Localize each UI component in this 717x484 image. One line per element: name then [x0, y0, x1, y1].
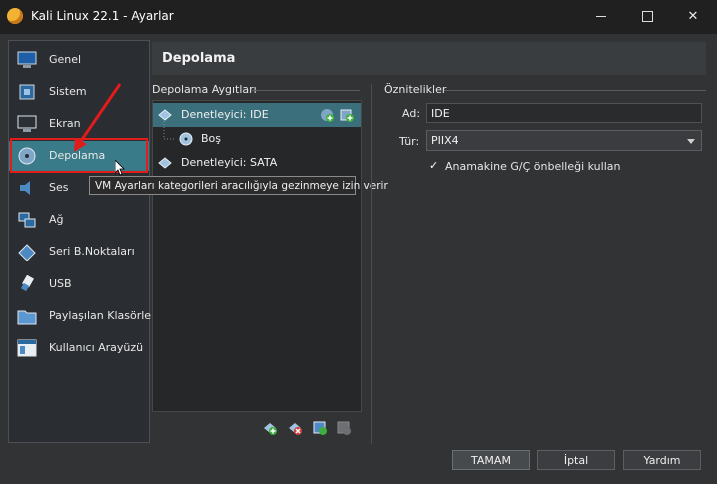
sidebar-item-kullanici[interactable]: Kullanıcı Arayüzü [9, 333, 149, 363]
minimize-button[interactable] [578, 0, 624, 34]
close-button[interactable]: ✕ [670, 0, 716, 34]
settings-window: Kali Linux 22.1 - Ayarlar ✕ Genel Sistem… [0, 0, 717, 484]
tree-item-label: Denetleyici: SATA [181, 156, 278, 169]
group-separator [252, 90, 360, 91]
sidebar-item-label: Sistem [49, 85, 87, 98]
folder-icon [17, 310, 37, 325]
sidebar-item-label: Ses [49, 181, 69, 194]
sidebar-item-label: Genel [49, 53, 82, 66]
name-field[interactable]: IDE [426, 103, 702, 123]
sidebar-item-usb[interactable]: USB [9, 269, 149, 299]
page-header: Depolama [152, 42, 706, 75]
add-controller-icon[interactable] [263, 421, 277, 435]
tree-item-label: Boş [201, 132, 222, 145]
add-optical-drive-icon[interactable] [320, 108, 334, 122]
sidebar-item-label: Paylaşılan Klasörler [49, 309, 156, 322]
monitor-general-icon [17, 51, 37, 68]
sidebar-item-label: Seri B.Noktaları [49, 245, 135, 258]
serial-port-icon [18, 244, 36, 261]
type-select[interactable]: PIIX4 [426, 130, 702, 151]
sidebar-item-depolama[interactable]: Depolama [9, 141, 149, 171]
host-io-cache-checkbox[interactable]: ✓ [429, 160, 440, 171]
window-ui-icon [17, 339, 37, 357]
title-bar: Kali Linux 22.1 - Ayarlar ✕ [0, 0, 717, 34]
add-hard-disk-icon[interactable] [340, 108, 354, 122]
disk-icon [18, 147, 36, 165]
sidebar-item-ag[interactable]: Ağ [9, 205, 149, 235]
remove-attachment-icon[interactable] [337, 421, 351, 435]
category-sidebar: Genel Sistem Ekran Depolama Ses Ağ Seri … [8, 40, 156, 443]
network-icon [18, 212, 36, 228]
sidebar-item-ekran[interactable]: Ekran [9, 109, 149, 139]
storage-tree: Denetleyici: IDE Boş Denetleyici: SATA [152, 100, 362, 412]
sidebar-item-label: Ağ [49, 213, 64, 226]
group-separator [444, 90, 706, 91]
add-attachment-icon[interactable] [313, 421, 327, 435]
storage-devices-label: Depolama Aygıtları [152, 83, 257, 96]
controller-icon [158, 157, 172, 169]
tooltip: VM Ayarları kategorileri aracılığıyla ge… [89, 176, 388, 195]
cancel-button[interactable]: İptal [537, 450, 615, 470]
virtualbox-app-icon [7, 8, 23, 24]
page-title: Depolama [162, 51, 236, 66]
tree-item-empty-drive[interactable]: Boş [153, 121, 361, 151]
type-selected-value: PIIX4 [431, 134, 459, 147]
help-button[interactable]: Yardım [623, 450, 701, 470]
sidebar-item-label: Depolama [49, 149, 106, 162]
chevron-down-icon [687, 139, 695, 144]
speaker-icon [20, 181, 30, 195]
maximize-icon [641, 11, 653, 22]
sidebar-item-label: Ekran [49, 117, 81, 130]
minimize-icon [596, 16, 606, 17]
sidebar-item-genel[interactable]: Genel [9, 45, 149, 75]
host-io-cache-label: Anamakine G/Ç önbelleği kullan [445, 160, 621, 173]
window-title: Kali Linux 22.1 - Ayarlar [31, 9, 174, 23]
sidebar-item-sistem[interactable]: Sistem [9, 77, 149, 107]
remove-controller-icon[interactable] [288, 421, 302, 435]
tree-item-ide-controller[interactable]: Denetleyici: IDE [153, 103, 361, 127]
name-label: Ad: [402, 107, 421, 120]
sidebar-item-label: Kullanıcı Arayüzü [49, 341, 144, 354]
optical-disc-icon [179, 132, 193, 146]
ok-button[interactable]: TAMAM [452, 450, 530, 470]
chip-icon [19, 84, 35, 100]
display-icon [17, 115, 37, 132]
sidebar-item-seri[interactable]: Seri B.Noktaları [9, 237, 149, 267]
type-label: Tür: [399, 135, 420, 148]
attributes-label: Öznitelikler [384, 83, 447, 96]
sidebar-item-label: USB [49, 277, 72, 290]
tree-item-label: Denetleyici: IDE [181, 108, 269, 121]
sidebar-item-paylasilan[interactable]: Paylaşılan Klasörler [9, 301, 156, 331]
maximize-button[interactable] [624, 0, 670, 34]
panel-divider [371, 84, 372, 444]
mouse-cursor-icon [115, 160, 125, 176]
usb-icon [20, 275, 34, 292]
tree-item-sata-controller[interactable]: Denetleyici: SATA [153, 151, 361, 175]
controller-icon [158, 109, 172, 121]
